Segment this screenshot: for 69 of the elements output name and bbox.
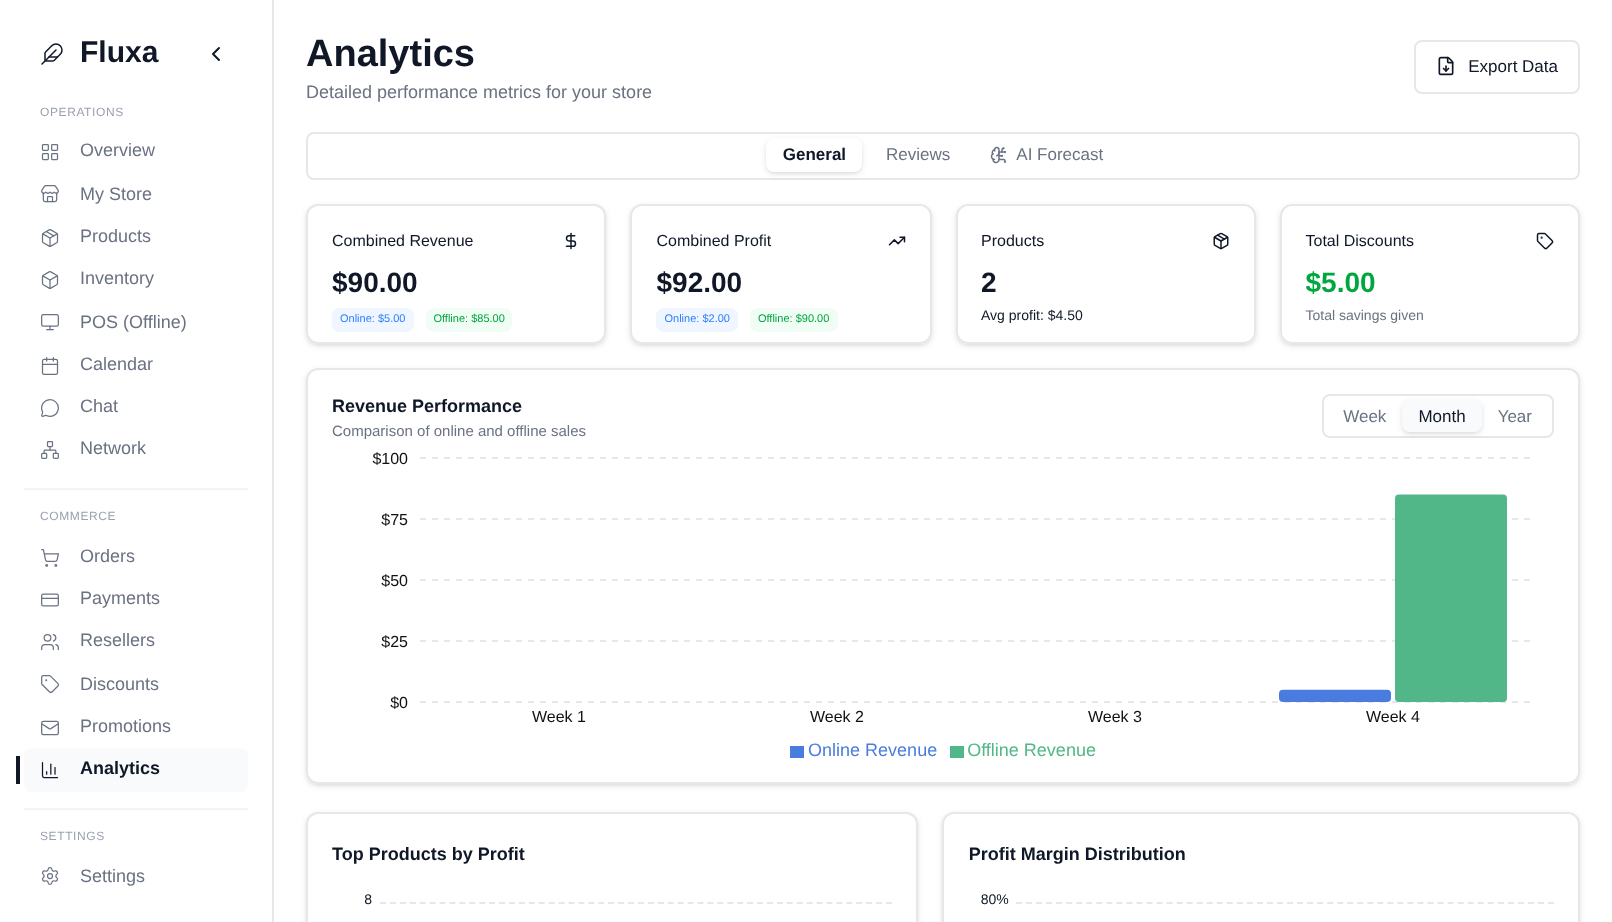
y-axis-label: $25: [381, 633, 408, 652]
x-axis-label: Week 1: [532, 708, 586, 727]
stat-title: Total Discounts: [1305, 229, 1414, 253]
stat-value: $90.00: [332, 263, 420, 301]
tag-icon: [1536, 232, 1554, 250]
x-axis-label: Week 4: [1366, 708, 1420, 727]
legend-label: Online Revenue: [808, 738, 938, 765]
nav-item[interactable]: Payments: [24, 578, 248, 621]
settings-icon: [40, 866, 60, 887]
trend-up-icon: [887, 232, 905, 250]
nav-item[interactable]: Chat: [24, 386, 248, 430]
y-axis-label: $100: [372, 450, 408, 469]
chat-bubble-icon: [40, 397, 60, 418]
box-icon: [40, 270, 60, 291]
package-icon: [1211, 232, 1230, 250]
nav-item[interactable]: Promotions: [24, 706, 248, 749]
stat-value: 2: [981, 263, 999, 301]
period-tab[interactable]: Week: [1327, 399, 1403, 433]
card-icon: [40, 589, 60, 610]
nav-item[interactable]: Settings: [24, 855, 248, 898]
stat-title: Combined Profit: [656, 229, 772, 253]
export-button[interactable]: Export Data: [1414, 40, 1580, 94]
nav-item[interactable]: Resellers: [24, 620, 248, 664]
store-icon: [40, 184, 60, 205]
network-icon: [40, 440, 60, 461]
bar: [1279, 690, 1391, 703]
nav-item[interactable]: Inventory: [24, 258, 248, 302]
grid-icon: [40, 142, 60, 163]
nav-item[interactable]: Overview: [24, 131, 248, 174]
y-axis-label: $50: [381, 572, 408, 591]
nav-item[interactable]: My Store: [24, 173, 248, 217]
stat-value: $92.00: [656, 263, 745, 301]
period-tab[interactable]: Year: [1481, 399, 1548, 433]
tab[interactable]: General: [766, 138, 863, 172]
x-axis-label: Week 2: [810, 708, 864, 727]
nav-item[interactable]: POS (Offline): [24, 301, 248, 344]
legend-label: Offline Revenue: [967, 738, 1096, 765]
nav-item[interactable]: Calendar: [24, 343, 248, 387]
tab[interactable]: AI Forecast: [974, 138, 1120, 172]
y-axis-label: $0: [390, 694, 408, 713]
cart-icon: [40, 547, 60, 568]
feather-logo-icon: [40, 42, 64, 67]
file-download-icon: [1436, 56, 1457, 77]
stat-value: $5.00: [1305, 263, 1378, 301]
card-title: Profit Margin Distribution: [968, 841, 1188, 868]
package-icon: [40, 227, 60, 248]
card-title: Revenue Performance: [332, 393, 525, 419]
stat-title: Products: [981, 229, 1045, 253]
page-subtitle: Detailed performance metrics for your store: [306, 80, 653, 106]
stat-title: Combined Revenue: [332, 229, 474, 253]
card-title: Top Products by Profit: [332, 841, 527, 868]
tab[interactable]: Reviews: [870, 138, 967, 172]
page-title: Analytics: [306, 32, 477, 80]
bar-chart-icon: [40, 760, 60, 780]
calendar-icon: [40, 355, 60, 376]
monitor-icon: [40, 312, 60, 333]
tag-icon: [40, 674, 60, 695]
nav-item[interactable]: Orders: [24, 535, 248, 579]
nav-item[interactable]: Network: [24, 429, 248, 472]
nav-item[interactable]: Discounts: [24, 663, 248, 707]
brand-name: Fluxa: [80, 34, 159, 74]
nav-item[interactable]: Products: [24, 216, 248, 259]
y-axis-label: $75: [381, 511, 408, 530]
ai-brain-icon: [990, 146, 1009, 164]
period-tab[interactable]: Month: [1402, 399, 1482, 433]
dollar-icon: [562, 232, 581, 250]
mail-icon: [40, 717, 60, 738]
users-icon: [40, 632, 60, 653]
x-axis-label: Week 3: [1088, 708, 1142, 727]
